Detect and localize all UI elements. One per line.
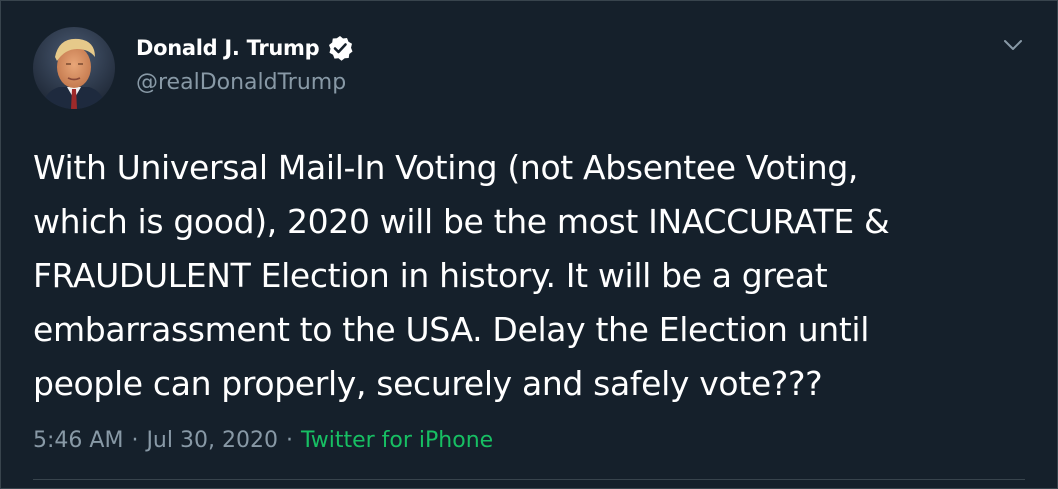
profile-photo-icon [33,27,115,109]
tweet-time[interactable]: 5:46 AM [33,428,123,453]
display-name[interactable]: Donald J. Trump [136,34,320,62]
verified-badge-icon [326,34,354,62]
tweet-text: With Universal Mail-In Voting (not Absen… [33,141,1013,411]
tweet-text-line: which is good), 2020 will be the most IN… [33,202,890,241]
tweet-meta: 5:46 AM · Jul 30, 2020 · Twitter for iPhone [33,426,493,456]
meta-separator: · [285,428,293,453]
meta-separator: · [131,428,139,453]
avatar[interactable] [33,27,115,109]
tweet-card: Donald J. Trump @realDonaldTrump With Un… [0,0,1058,489]
tweet-text-line: With Universal Mail-In Voting (not Absen… [33,148,859,187]
chevron-down-icon[interactable] [1001,35,1025,55]
user-handle[interactable]: @realDonaldTrump [136,68,346,98]
tweet-text-line: people can properly, securely and safely… [33,364,823,403]
source-link[interactable]: Twitter for iPhone [301,428,493,453]
tweet-date[interactable]: Jul 30, 2020 [146,428,278,453]
tweet-text-line: FRAUDULENT Election in history. It will … [33,256,828,295]
tweet-text-line: embarrassment to the USA. Delay the Elec… [33,310,870,349]
divider [33,479,1025,480]
author-name-row[interactable]: Donald J. Trump [136,34,354,62]
